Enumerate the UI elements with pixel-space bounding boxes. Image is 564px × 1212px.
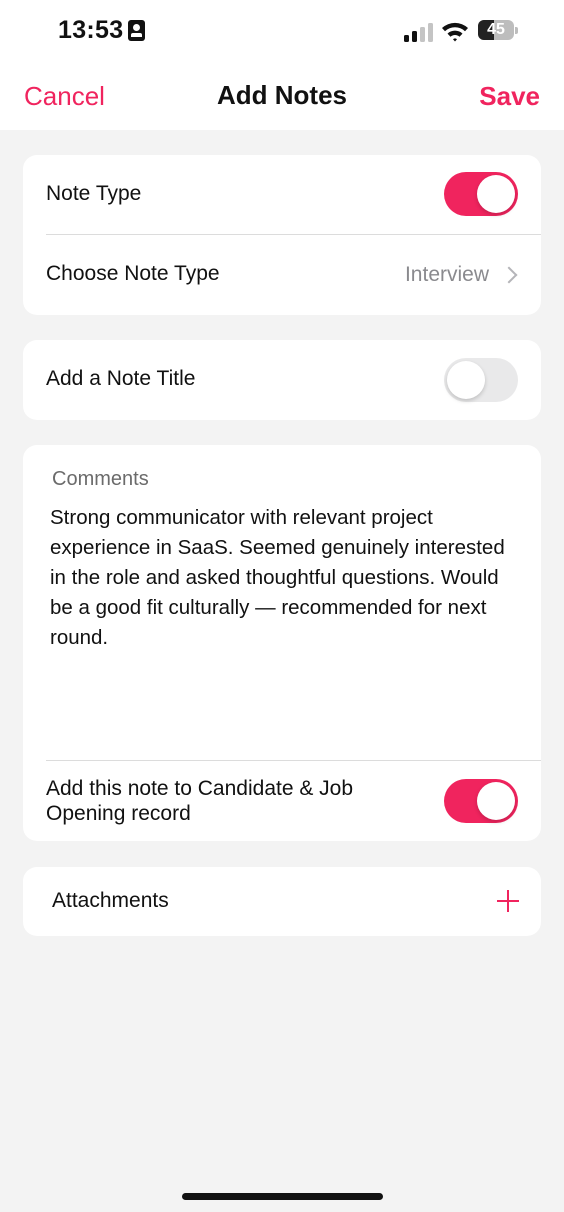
comments-textarea[interactable]: Strong communicator with relevant projec…: [50, 503, 510, 653]
note-title-card: Add a Note Title: [23, 340, 541, 420]
battery-icon: 45: [478, 20, 514, 40]
chevron-right-icon: [500, 266, 518, 284]
navigation-bar: Cancel Add Notes Save: [0, 62, 564, 130]
choose-note-type-label: Choose Note Type: [46, 262, 220, 285]
add-note-title-label: Add a Note Title: [46, 367, 196, 390]
note-type-card: Note Type Choose Note Type Interview: [23, 155, 541, 315]
note-type-value: Interview: [404, 263, 489, 286]
save-button[interactable]: Save: [479, 81, 540, 112]
toggle-knob: [477, 175, 515, 213]
note-type-row: Note Type: [23, 155, 541, 235]
add-to-record-label: Add this note to Candidate & Job Opening…: [46, 777, 354, 825]
wifi-icon: [442, 22, 468, 42]
battery-tip: [515, 27, 518, 34]
cancel-button[interactable]: Cancel: [24, 81, 105, 112]
add-to-record-toggle[interactable]: [444, 779, 518, 823]
attachments-label: Attachments: [52, 889, 169, 912]
comments-card: Comments Strong communicator with releva…: [23, 445, 541, 841]
battery-percent: 45: [487, 21, 505, 38]
add-note-title-toggle[interactable]: [444, 358, 518, 402]
cellular-signal-icon: [404, 22, 434, 42]
choose-note-type-row[interactable]: Choose Note Type Interview: [23, 235, 541, 315]
home-indicator: [182, 1193, 383, 1200]
divider: [46, 760, 541, 761]
person-id-card-icon: [128, 20, 145, 41]
toggle-knob: [447, 361, 485, 399]
note-type-toggle[interactable]: [444, 172, 518, 216]
status-bar: 13:53 45: [0, 0, 564, 62]
note-type-label: Note Type: [46, 182, 142, 205]
toggle-knob: [477, 782, 515, 820]
status-time: 13:53: [58, 16, 124, 44]
attachments-card[interactable]: Attachments: [23, 867, 541, 936]
comments-label: Comments: [52, 468, 149, 490]
plus-icon[interactable]: [497, 890, 519, 912]
